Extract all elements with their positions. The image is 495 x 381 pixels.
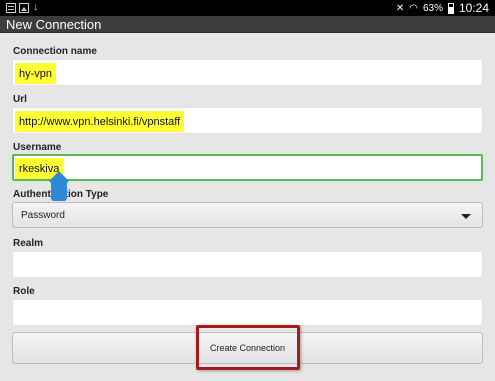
- image-icon: [19, 3, 29, 13]
- title-bar: New Connection: [0, 16, 495, 33]
- url-value: http://www.vpn.helsinki.fi/vpnstaff: [15, 111, 185, 132]
- role-label: Role: [13, 286, 35, 297]
- mute-icon: ✕: [395, 2, 405, 14]
- message-icon: [6, 3, 16, 13]
- connection-name-input[interactable]: hy-vpn: [12, 59, 483, 86]
- system-indicators: ✕ ◠ 63% 10:24: [396, 1, 489, 15]
- connection-name-label: Connection name: [13, 46, 97, 57]
- notification-icons: [6, 2, 41, 13]
- url-label: Url: [13, 94, 27, 105]
- clock: 10:24: [458, 1, 489, 15]
- auth-type-select[interactable]: Password: [12, 202, 483, 228]
- text-cursor-handle[interactable]: [51, 180, 67, 201]
- status-bar: ✕ ◠ 63% 10:24: [0, 0, 495, 16]
- url-input[interactable]: http://www.vpn.helsinki.fi/vpnstaff: [12, 107, 483, 134]
- create-connection-button[interactable]: Create Connection: [12, 332, 483, 364]
- auth-type-value: Password: [21, 210, 65, 221]
- dropdown-arrow-icon: [461, 214, 471, 219]
- battery-percent: 63%: [422, 2, 443, 14]
- wifi-icon: ◠: [409, 2, 418, 14]
- page-title: New Connection: [6, 17, 102, 32]
- username-input[interactable]: rkeskiva: [12, 154, 483, 181]
- role-input[interactable]: [12, 299, 483, 326]
- realm-label: Realm: [13, 238, 44, 249]
- connection-name-value: hy-vpn: [15, 63, 57, 84]
- username-label: Username: [13, 142, 62, 153]
- download-icon: [32, 2, 41, 13]
- realm-input[interactable]: [12, 251, 483, 278]
- battery-icon: [447, 2, 454, 14]
